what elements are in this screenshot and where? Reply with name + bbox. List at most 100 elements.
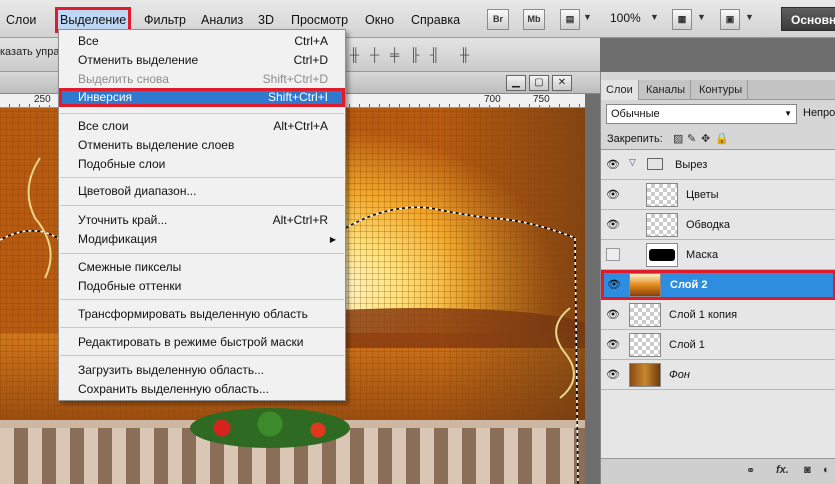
ruler-tick-label: 250 (32, 94, 53, 105)
eye-off-icon[interactable] (606, 248, 620, 261)
link-icon[interactable]: ⚭ (746, 464, 755, 477)
select-menu-dropdown: Все Ctrl+A Отменить выделение Ctrl+D Выдел… (58, 29, 346, 401)
menu-analysis[interactable]: Анализ (197, 10, 247, 30)
chevron-down-icon[interactable]: ▼ (583, 12, 592, 22)
opacity-label: Непроз (803, 107, 835, 119)
fx-icon[interactable]: fx. (776, 464, 789, 476)
align-icon[interactable]: ╟ (410, 47, 419, 62)
tab-layers[interactable]: Слои (601, 80, 639, 100)
menu-item-deselect-layers[interactable]: Отменить выделение слоев (59, 136, 345, 155)
menu-help[interactable]: Справка (407, 10, 464, 30)
eye-icon[interactable]: 👁 (606, 308, 620, 321)
menu-item-refine-edge[interactable]: Уточнить край... Alt+Ctrl+R (59, 211, 345, 230)
menu-item-all[interactable]: Все Ctrl+A (59, 32, 345, 51)
eye-icon[interactable]: 👁 (607, 278, 621, 291)
lock-transparency-icon[interactable]: ▨ (673, 132, 683, 145)
menu-item-label: Все (78, 34, 99, 48)
zoom-level[interactable]: 100% (610, 11, 641, 25)
arrange-icon[interactable]: ▦ (672, 9, 692, 30)
menu-item-deselect[interactable]: Отменить выделение Ctrl+D (59, 51, 345, 70)
layer-row[interactable]: 👁 Цветы (601, 180, 835, 210)
folder-icon (647, 158, 663, 170)
mask-icon[interactable]: ◙ (804, 464, 811, 476)
menu-3d[interactable]: 3D (254, 10, 278, 30)
menu-item-modify[interactable]: Модификация ▶ (59, 230, 345, 249)
tab-paths[interactable]: Контуры (694, 80, 749, 100)
lock-brush-icon[interactable]: ✎ (687, 132, 696, 145)
menu-item-transform-selection[interactable]: Трансформировать выделенную область (59, 305, 345, 324)
menu-item-label: Трансформировать выделенную область (78, 307, 308, 321)
menu-item-grow[interactable]: Смежные пикселы (59, 258, 345, 277)
layers-list: 👁 ▽ Вырез 👁 Цветы 👁 Обводка Маска 👁 Слой… (601, 149, 835, 459)
eye-icon[interactable]: 👁 (606, 218, 620, 231)
layer-row-selected[interactable]: 👁 Слой 2 (601, 270, 835, 300)
layer-name: Вырез (675, 159, 708, 171)
menu-item-color-range[interactable]: Цветовой диапазон... (59, 182, 345, 201)
layer-name: Слой 1 копия (669, 309, 738, 321)
menu-item-label: Отменить выделение слоев (78, 138, 235, 152)
chevron-down-icon[interactable]: ▼ (697, 12, 706, 22)
expand-triangle-icon[interactable]: ▽ (629, 157, 636, 168)
layer-row[interactable]: Маска (601, 240, 835, 270)
align-icon[interactable]: ┼ (370, 47, 379, 62)
workspace-button[interactable]: Основна (781, 7, 835, 31)
tab-channels[interactable]: Каналы (641, 80, 692, 100)
align-icon[interactable]: ╢ (430, 47, 439, 62)
menu-item-label: Сохранить выделенную область... (78, 382, 269, 396)
menu-item-label: Уточнить край... (78, 213, 168, 227)
menu-item-quick-mask[interactable]: Редактировать в режиме быстрой маски (59, 333, 345, 352)
layer-thumbnail (646, 243, 678, 267)
menu-filter[interactable]: Фильтр (140, 10, 190, 30)
chevron-down-icon[interactable]: ▼ (650, 12, 659, 22)
lock-label: Закрепить: (607, 133, 663, 145)
menu-separator (60, 113, 344, 114)
eye-icon[interactable]: 👁 (606, 338, 620, 351)
menu-item-label: Все слои (78, 119, 129, 133)
layer-thumbnail (629, 273, 661, 297)
menu-item-label: Цветовой диапазон... (78, 184, 197, 198)
menu-item-load-selection[interactable]: Загрузить выделенную область... (59, 361, 345, 380)
screen-mode-icon[interactable]: ▣ (720, 9, 740, 30)
menu-item-label: Модификация (78, 232, 158, 246)
layer-thumbnail (646, 183, 678, 207)
menu-layers[interactable]: Слои (2, 10, 40, 30)
adjustment-icon[interactable]: ◐ (823, 464, 830, 476)
shortcut-label: Alt+Ctrl+R (272, 213, 328, 227)
menu-item-similar[interactable]: Подобные оттенки (59, 277, 345, 296)
film-icon[interactable]: ▤ (560, 9, 580, 30)
restore-icon[interactable]: ▢ (529, 75, 549, 91)
menu-item-all-layers[interactable]: Все слои Alt+Ctrl+A (59, 117, 345, 136)
layer-name: Цветы (686, 189, 719, 201)
menu-item-inverse[interactable]: Инверсия Shift+Ctrl+I (59, 88, 345, 107)
menu-item-label: Смежные пикселы (78, 260, 182, 274)
lock-move-icon[interactable]: ✥ (701, 132, 710, 145)
shortcut-label: Ctrl+A (294, 34, 328, 48)
mini-bridge-icon[interactable]: Mb (523, 9, 545, 30)
close-icon[interactable]: ✕ (552, 75, 572, 91)
menu-view[interactable]: Просмотр (287, 10, 352, 30)
layer-row[interactable]: 👁 Слой 1 (601, 330, 835, 360)
menu-separator (60, 205, 344, 206)
menu-item-save-selection[interactable]: Сохранить выделенную область... (59, 380, 345, 399)
lock-all-icon[interactable]: 🔒 (715, 132, 729, 145)
distribute-icon[interactable]: ╫ (460, 47, 469, 62)
layer-name: Маска (686, 249, 719, 261)
chevron-down-icon[interactable]: ▼ (745, 12, 754, 22)
eye-icon[interactable]: 👁 (606, 158, 620, 171)
layer-name: Обводка (686, 219, 731, 231)
layer-row-group[interactable]: 👁 ▽ Вырез (601, 150, 835, 180)
align-icon[interactable]: ╫ (350, 47, 359, 62)
ruler-tick-label: 700 (482, 94, 503, 105)
align-icon[interactable]: ╪ (390, 47, 399, 62)
layer-row[interactable]: 👁 Обводка (601, 210, 835, 240)
blend-mode-select[interactable]: Обычные ▼ (606, 104, 797, 124)
menu-window[interactable]: Окно (361, 10, 398, 30)
bridge-icon[interactable]: Br (487, 9, 509, 30)
minimize-icon[interactable]: ▁ (506, 75, 526, 91)
menu-item-similar-layers[interactable]: Подобные слои (59, 155, 345, 174)
eye-icon[interactable]: 👁 (606, 188, 620, 201)
layer-row[interactable]: 👁 Слой 1 копия (601, 300, 835, 330)
eye-icon[interactable]: 👁 (606, 368, 620, 381)
layer-row[interactable]: 👁 Фон (601, 360, 835, 390)
shortcut-label: Ctrl+D (293, 53, 328, 67)
